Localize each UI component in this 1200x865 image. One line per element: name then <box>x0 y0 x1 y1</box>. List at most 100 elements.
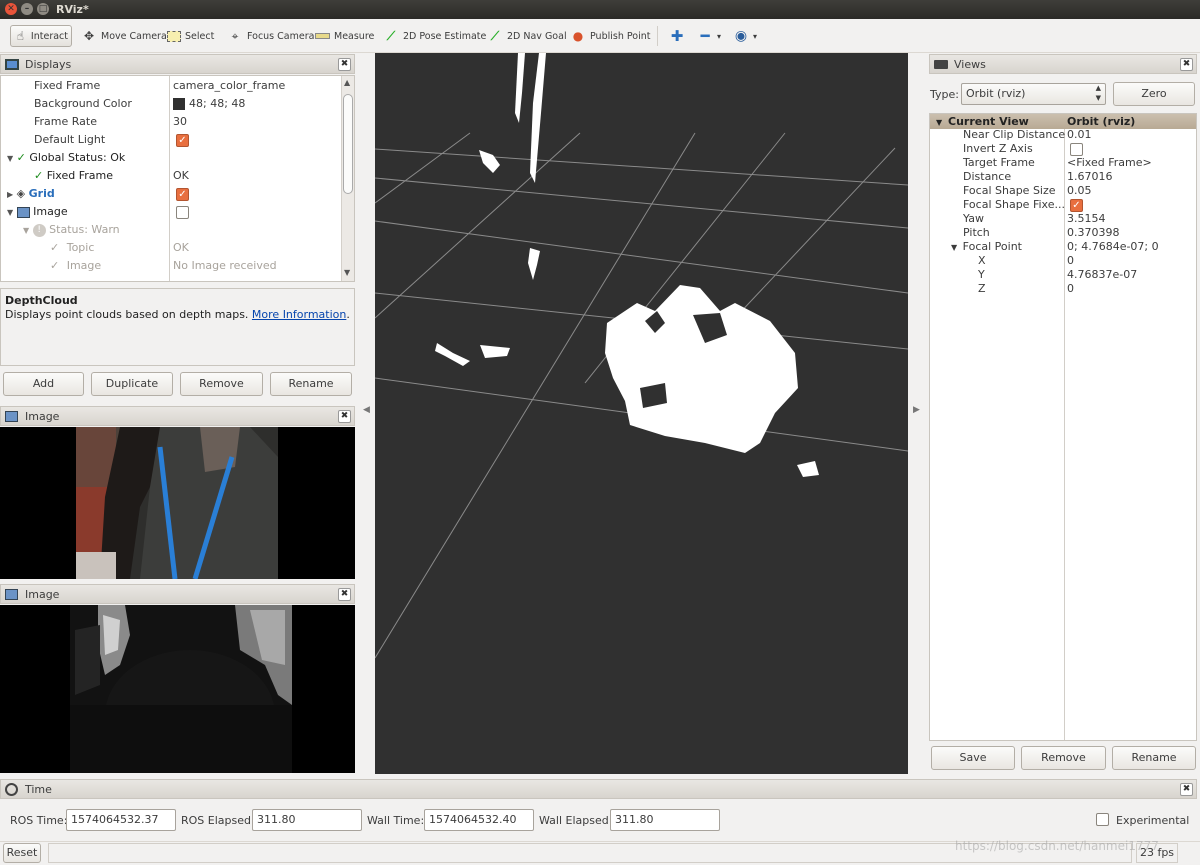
ruler-icon <box>315 33 330 39</box>
tree-row-label: Background Color <box>34 97 132 110</box>
expand-arrow-icon: ▼ <box>951 243 958 252</box>
depth-camera-image <box>70 605 292 780</box>
focus-camera-tool-button[interactable]: ⌖ Focus Camera <box>224 25 317 47</box>
close-window-icon[interactable]: ✕ <box>5 3 17 15</box>
3d-render <box>374 53 909 659</box>
remove-view-button[interactable]: Remove <box>1021 746 1106 770</box>
pose-estimate-tool-button[interactable]: ⟋ 2D Pose Estimate <box>380 25 489 47</box>
displays-scrollbar[interactable]: ▲ ▼ <box>341 76 354 281</box>
description-title: DepthCloud <box>5 294 78 307</box>
view-type-select[interactable]: Orbit (rviz) ▲ ▼ <box>961 83 1106 105</box>
publish-point-tool-button[interactable]: ● Publish Point <box>567 25 653 47</box>
image-icon <box>16 206 30 218</box>
measure-tool-button[interactable]: Measure <box>312 25 377 47</box>
wall-elapsed-label: Wall Elapsed: <box>539 814 613 827</box>
close-icon[interactable]: ✖ <box>1180 783 1193 796</box>
invert-z-checkbox[interactable] <box>1070 142 1083 156</box>
view-prop-value[interactable]: 3.5154 <box>1067 212 1106 226</box>
collapse-right-icon[interactable]: ▶ <box>913 405 920 415</box>
view-prop-value[interactable]: 4.76837e-07 <box>1067 268 1137 282</box>
close-icon[interactable]: ✖ <box>1180 58 1193 71</box>
view-prop-value[interactable]: 0.05 <box>1067 184 1092 198</box>
scroll-up-icon[interactable]: ▲ <box>344 78 350 87</box>
tree-row-value: 48; 48; 48 <box>189 97 246 110</box>
ros-time-label: ROS Time: <box>10 814 68 827</box>
expand-arrow-icon: ▼ <box>7 154 14 163</box>
rename-display-button[interactable]: Rename <box>270 372 352 396</box>
minus-icon: ━ <box>700 27 710 45</box>
image-checkbox[interactable] <box>176 203 189 221</box>
description-text: Displays point clouds based on depth map… <box>5 308 249 321</box>
view-prop-label: Near Clip Distance <box>963 128 1066 141</box>
image-display-row[interactable]: ▼ Image <box>7 203 68 221</box>
select-tool-button[interactable]: Select <box>164 25 217 47</box>
background-color-value[interactable]: 48; 48; 48 <box>173 95 245 113</box>
nav-goal-tool-button[interactable]: ⟋ 2D Nav Goal <box>484 25 570 47</box>
tree-row-label: Topic <box>66 241 95 254</box>
view-prop-label: Target Frame <box>963 156 1035 169</box>
3d-viewport[interactable] <box>374 53 909 774</box>
rename-view-button[interactable]: Rename <box>1112 746 1196 770</box>
minimize-window-icon[interactable]: – <box>21 3 33 15</box>
select-rect-icon <box>167 30 181 42</box>
reset-button[interactable]: Reset <box>3 843 41 863</box>
current-view-header[interactable]: ▼ Current View Orbit (rviz) <box>930 114 1196 129</box>
grid-display-row[interactable]: ▶ ◈ Grid <box>7 185 55 203</box>
global-status-row[interactable]: ▼ ✓ Global Status: Ok <box>7 149 125 167</box>
tree-row-label: Global Status: Ok <box>29 151 126 164</box>
view-prop-value[interactable]: 0 <box>1067 254 1074 268</box>
scroll-down-icon[interactable]: ▼ <box>344 268 350 277</box>
close-icon[interactable]: ✖ <box>338 588 351 601</box>
fixed-frame-status-row[interactable]: ✓ Fixed Frame <box>34 167 113 185</box>
add-display-button[interactable]: Add <box>3 372 84 396</box>
current-view-type: Orbit (rviz) <box>1067 115 1136 128</box>
close-icon[interactable]: ✖ <box>338 58 351 71</box>
focal-shape-fixed-checkbox[interactable]: ✓ <box>1070 198 1083 212</box>
view-prop-value[interactable]: 0; 4.7684e-07; 0 <box>1067 240 1159 254</box>
tree-row-value[interactable]: camera_color_frame <box>173 77 285 95</box>
experimental-checkbox[interactable] <box>1096 813 1109 826</box>
image-status-row: ✓ Image <box>50 257 101 275</box>
view-prop-value[interactable]: 0.01 <box>1067 128 1092 142</box>
view-prop-value[interactable]: 1.67016 <box>1067 170 1113 184</box>
save-view-button[interactable]: Save <box>931 746 1015 770</box>
updown-arrow-icon: ▲ ▼ <box>1095 84 1101 102</box>
wall-time-field[interactable]: 1574064532.40 <box>424 809 534 831</box>
interact-tool-button[interactable]: ☝ Interact <box>10 25 72 47</box>
close-icon[interactable]: ✖ <box>338 410 351 423</box>
tool-label: Measure <box>334 30 375 42</box>
add-tool-button[interactable]: ✚ <box>666 25 688 47</box>
experimental-label: Experimental <box>1116 814 1190 827</box>
camera-view-button[interactable]: ◉ ▾ <box>730 25 760 47</box>
view-prop-value[interactable]: <Fixed Frame> <box>1067 156 1152 170</box>
status-warn-row[interactable]: ▼ ! Status: Warn <box>23 221 120 239</box>
grid-checkbox[interactable]: ✓ <box>176 185 189 203</box>
tree-row-label: Image <box>66 259 102 272</box>
tree-row-value: OK <box>173 169 189 182</box>
tree-row-value: OK <box>173 241 189 254</box>
ros-elapsed-field[interactable]: 311.80 <box>252 809 362 831</box>
collapse-left-icon[interactable]: ◀ <box>363 405 370 415</box>
expand-arrow-icon: ▼ <box>7 208 14 217</box>
tree-row-label: Fixed Frame <box>34 79 101 92</box>
check-icon: ✓ <box>34 169 44 182</box>
wall-elapsed-field[interactable]: 311.80 <box>610 809 720 831</box>
more-information-link[interactable]: More Information <box>252 308 346 321</box>
scrollbar-thumb[interactable] <box>343 94 353 194</box>
remove-tool-button[interactable]: ━ ▾ <box>694 25 724 47</box>
move-arrows-icon: ✥ <box>83 29 95 43</box>
move-camera-tool-button[interactable]: ✥ Move Camera <box>78 25 170 47</box>
default-light-checkbox[interactable]: ✓ <box>176 131 189 149</box>
tree-row-value[interactable]: 30 <box>173 113 187 131</box>
view-prop-value[interactable]: 0.370398 <box>1067 226 1120 240</box>
remove-display-button[interactable]: Remove <box>180 372 263 396</box>
maximize-window-icon[interactable]: □ <box>37 3 49 15</box>
duplicate-display-button[interactable]: Duplicate <box>91 372 173 396</box>
zero-button[interactable]: Zero <box>1113 82 1195 106</box>
focal-point-row[interactable]: ▼ Focal Point <box>951 240 1022 254</box>
ros-time-field[interactable]: 1574064532.37 <box>66 809 176 831</box>
expand-arrow-icon: ▼ <box>23 226 30 235</box>
view-prop-value[interactable]: 0 <box>1067 282 1074 296</box>
view-prop-label: Focal Shape Fixe... <box>963 198 1065 211</box>
fps-indicator: 23 fps <box>1136 843 1178 863</box>
